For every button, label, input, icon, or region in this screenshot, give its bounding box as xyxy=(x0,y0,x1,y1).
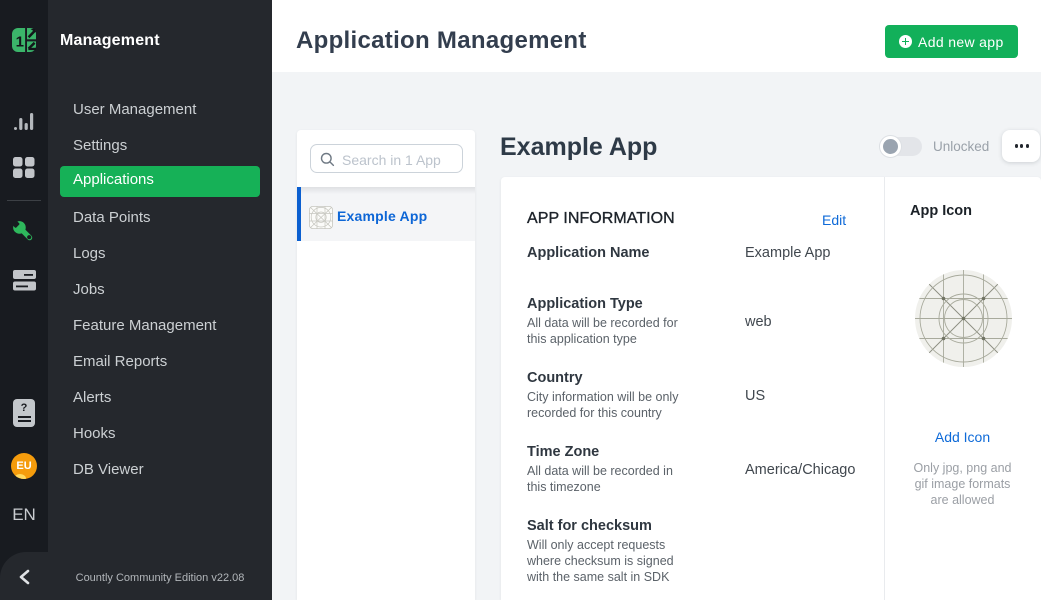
svg-text:1: 1 xyxy=(16,34,24,51)
